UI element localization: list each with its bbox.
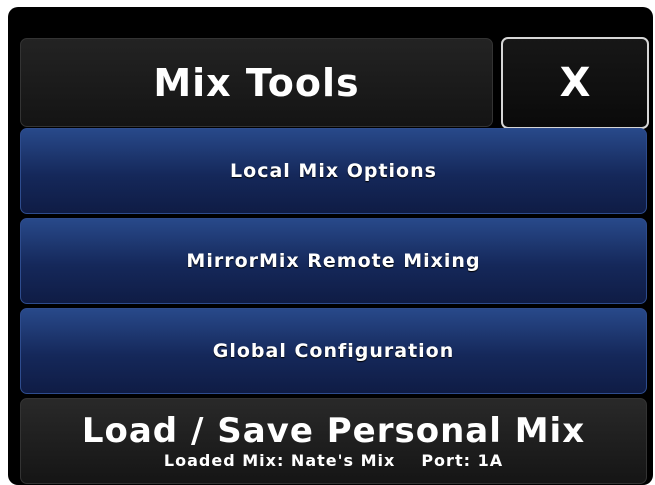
local-mix-options-button[interactable]: Local Mix Options — [20, 128, 647, 214]
global-configuration-label: Global Configuration — [212, 340, 455, 362]
page-title: Mix Tools — [20, 38, 493, 127]
load-save-personal-mix-button[interactable]: Load / Save Personal Mix Loaded Mix: Nat… — [20, 398, 647, 484]
page-title-text: Mix Tools — [153, 60, 360, 105]
mix-tools-screen: Mix Tools X Local Mix Options MirrorMix … — [8, 7, 653, 485]
mirrormix-remote-mixing-button[interactable]: MirrorMix Remote Mixing — [20, 218, 647, 304]
close-button[interactable]: X — [501, 37, 649, 129]
global-configuration-button[interactable]: Global Configuration — [20, 308, 647, 394]
loaded-mix-status: Loaded Mix: Nate's Mix Port: 1A — [164, 451, 503, 471]
load-save-title: Load / Save Personal Mix — [81, 410, 586, 451]
mirrormix-remote-mixing-label: MirrorMix Remote Mixing — [186, 250, 481, 272]
port-label: Port: — [421, 450, 471, 470]
local-mix-options-label: Local Mix Options — [230, 160, 437, 182]
close-icon: X — [559, 60, 591, 106]
loaded-mix-value: Nate's Mix — [290, 450, 396, 470]
loaded-mix-label: Loaded Mix: — [163, 450, 285, 470]
port-value: 1A — [477, 450, 504, 470]
